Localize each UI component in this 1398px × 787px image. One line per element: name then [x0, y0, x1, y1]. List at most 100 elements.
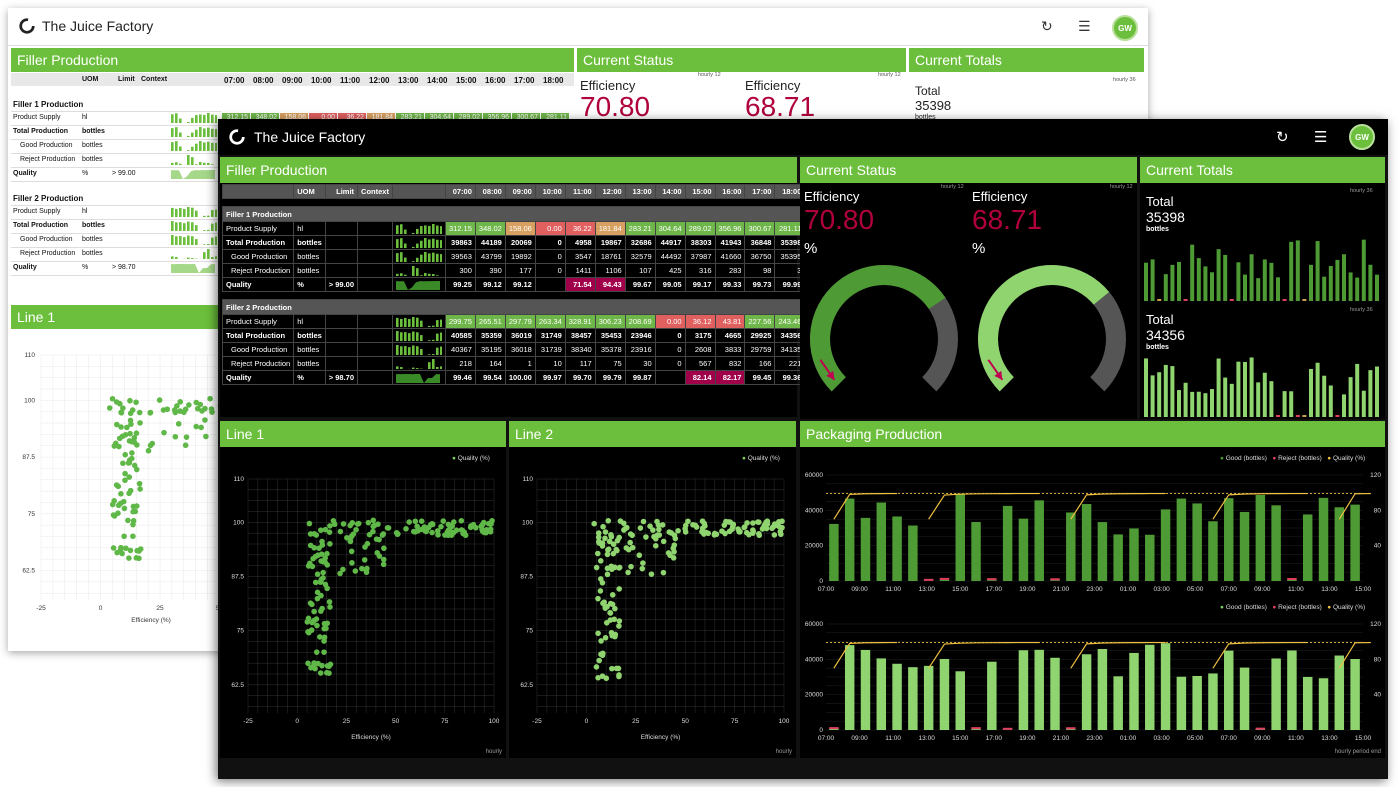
light-scatter-point [121, 505, 128, 512]
sparkline-bar [403, 274, 407, 276]
row-limit: > 98.70 [324, 370, 359, 385]
light-scatter-point [133, 466, 140, 473]
scatter-point [307, 600, 314, 606]
user-avatar[interactable]: GW [1112, 15, 1138, 41]
totals-bar [1295, 240, 1300, 301]
scatter-point [304, 619, 311, 625]
light-total-value: 35398 [915, 98, 952, 113]
light-scatter-point [147, 410, 153, 416]
light-scatter-point [111, 443, 118, 449]
row-value: 263.34 [534, 314, 566, 329]
totals-bar [1375, 274, 1379, 301]
app-logo-icon [19, 18, 35, 34]
current-totals-panel: Current Totals hourly 36 Total 35398 bot… [1140, 157, 1385, 419]
filler-production-header: Filler Production [220, 157, 797, 183]
gauge-fill [810, 265, 946, 392]
row-value: 0 [654, 328, 686, 343]
light-sparkline-bar [187, 155, 190, 165]
totals-bar [1309, 264, 1313, 301]
row-value: 39863 [444, 235, 476, 250]
sparkline-bar [399, 272, 403, 276]
hour-header: 08:00 [474, 184, 506, 199]
row-sparkline [391, 342, 446, 357]
light-sparkline-bar [191, 258, 194, 259]
good-bar [1081, 504, 1092, 581]
row-sparkline [391, 221, 446, 236]
name-header [221, 184, 295, 199]
light-uom-header: UOM [82, 76, 99, 83]
scatter-point [306, 520, 313, 527]
total-label-2: Total [1146, 312, 1174, 327]
totals-bar [1256, 278, 1261, 301]
light-sparkline-bar [199, 161, 202, 165]
scatter-point [608, 629, 615, 636]
light-scatter-point [126, 474, 133, 480]
scatter-point [311, 608, 317, 615]
sparkline-bar [431, 358, 435, 369]
refresh-icon[interactable]: ↻ [1276, 128, 1289, 146]
app-logo-icon [229, 129, 245, 145]
good-bar [1018, 650, 1029, 730]
light-row-name: Reject Production [20, 156, 76, 163]
menu-icon[interactable]: ☰ [1314, 128, 1327, 146]
row-value: 832 [714, 356, 746, 371]
reject-bar [923, 578, 934, 581]
row-name: Quality [221, 370, 295, 385]
sparkline-bar [399, 237, 403, 248]
row-uom: bottles [293, 342, 326, 357]
sparkline-bar [411, 246, 415, 248]
sparkline-bar [415, 345, 419, 355]
totals-bar [1302, 299, 1307, 301]
light-scatter-point [137, 486, 143, 492]
light-sparkline-bar [207, 229, 210, 231]
sparkline-bar [407, 332, 411, 341]
scatter-point [370, 523, 377, 530]
sparkline-bar [415, 317, 419, 327]
menu-icon[interactable]: ☰ [1078, 18, 1091, 35]
light-scatter-point [133, 430, 140, 436]
sparkline-bar [435, 253, 439, 262]
light-line1-header: Line 1 [11, 305, 218, 329]
light-sparkline-bar [195, 210, 198, 217]
light-sparkline-bar [179, 207, 182, 217]
row-value: 38303 [684, 235, 716, 250]
packaging-production-panel: Packaging Production ● Good (bottles) ● … [800, 421, 1385, 758]
row-limit [324, 221, 359, 236]
row-value: 328.91 [564, 314, 596, 329]
scatter-point [318, 592, 324, 599]
light-row-name: Product Supply [13, 208, 61, 215]
light-scatter-point [198, 424, 204, 431]
light-scatter-point [136, 409, 143, 416]
sparkline-bar [399, 366, 403, 369]
totals-bar [1150, 375, 1155, 417]
light-scatter-point [127, 417, 134, 424]
scatter-point [317, 634, 323, 640]
good-bar [1034, 500, 1044, 581]
y-tick-label: 100 [233, 519, 244, 526]
refresh-icon[interactable]: ↻ [1041, 18, 1053, 35]
totals-bar [1361, 390, 1366, 417]
light-scatter-point [130, 533, 136, 540]
app-title: The Juice Factory [42, 18, 154, 34]
quality-line [833, 492, 898, 520]
scatter-point [379, 532, 386, 538]
x-tick-label: 19:00 [1019, 586, 1036, 593]
scatter-point [771, 532, 778, 538]
sparkline-bar [435, 319, 439, 327]
good-bar [1160, 509, 1171, 581]
totals-bar [1243, 361, 1247, 417]
row-value: 99.54 [474, 370, 506, 385]
light-sparkline-bar [199, 141, 202, 151]
row-value: 29759 [744, 342, 776, 357]
row-value: 177 [504, 263, 536, 278]
x-tick-label: 07:00 [818, 735, 835, 742]
scatter-point [616, 673, 622, 680]
row-value: 35195 [474, 342, 506, 357]
filler-production-table: UOM Limit Context 07:00 08:00 09:00 10:00 11:00… [221, 184, 806, 385]
light-row-divider [11, 233, 221, 234]
hour-header: 15:00 [684, 184, 716, 199]
row-value: 99.05 [654, 277, 686, 292]
row-context [357, 356, 393, 371]
filler-production-panel: Filler Production UOM Limit Context 07:00 08… [220, 157, 806, 417]
user-avatar[interactable]: GW [1349, 124, 1375, 150]
